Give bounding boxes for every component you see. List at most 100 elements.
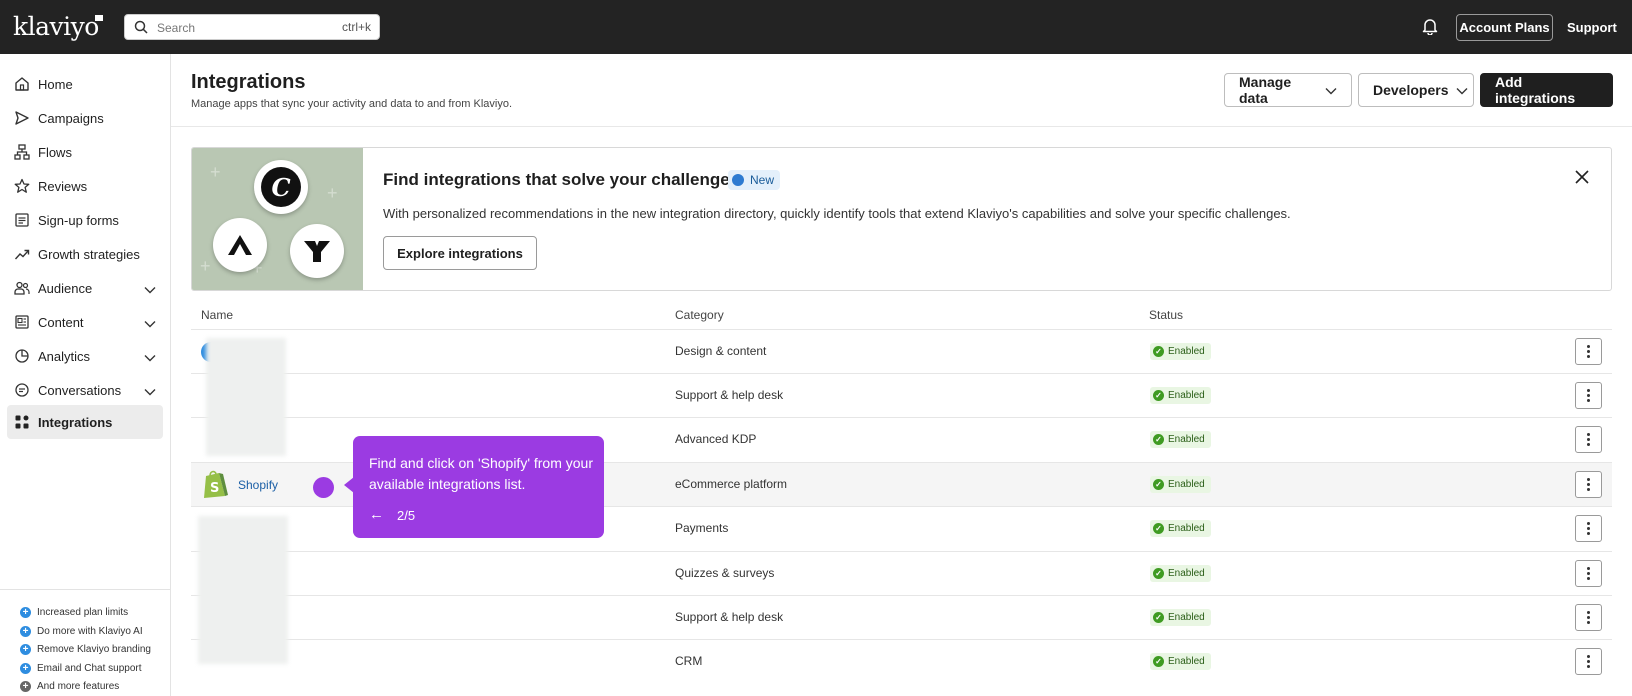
close-icon[interactable] — [1575, 170, 1589, 189]
klaviyo-logo[interactable]: klaviyo — [13, 12, 103, 41]
row-menu-button[interactable] — [1575, 604, 1602, 631]
status-label: Enabled — [1168, 390, 1205, 401]
content-icon — [14, 314, 30, 330]
plus-circle-icon: + — [20, 680, 31, 692]
status-label: Enabled — [1168, 568, 1205, 579]
sidebar-item-integrations[interactable]: Integrations — [7, 405, 163, 439]
status-label: Enabled — [1168, 346, 1205, 357]
row-menu-button[interactable] — [1575, 426, 1602, 453]
redacted-area — [206, 338, 286, 456]
sidebar-item-home[interactable]: Home — [7, 68, 163, 100]
star-icon — [14, 178, 30, 194]
form-icon — [14, 212, 30, 228]
row-menu-button[interactable] — [1575, 382, 1602, 409]
check-circle-icon: ✓ — [1153, 479, 1164, 490]
table-row[interactable]: Support & help desk ✓ Enabled — [191, 373, 1612, 417]
table-row[interactable]: Quizzes & surveys ✓ Enabled — [191, 551, 1612, 595]
row-menu-button[interactable] — [1575, 338, 1602, 365]
status-badge: ✓ Enabled — [1150, 520, 1211, 537]
sidebar-item-signup-forms[interactable]: Sign-up forms — [7, 204, 163, 236]
check-circle-icon: ✓ — [1153, 434, 1164, 445]
status-badge: ✓ Enabled — [1150, 609, 1211, 626]
row-menu-button[interactable] — [1575, 471, 1602, 498]
category-cell: Support & help desk — [675, 610, 784, 624]
sidebar-item-label: Growth strategies — [38, 246, 140, 262]
status-label: Enabled — [1168, 479, 1205, 490]
column-header-status[interactable]: Status — [1149, 308, 1183, 322]
perk-item[interactable]: + And more features — [20, 679, 119, 693]
status-badge: ✓ Enabled — [1150, 343, 1211, 360]
chevron-down-icon — [144, 384, 156, 399]
status-badge: ✓ Enabled — [1150, 476, 1211, 493]
category-cell: Quizzes & surveys — [675, 566, 775, 580]
search-placeholder: Search — [157, 21, 196, 35]
column-header-name[interactable]: Name — [201, 308, 233, 322]
banner-title: Find integrations that solve your challe… — [383, 170, 740, 189]
column-header-category[interactable]: Category — [675, 308, 724, 322]
sidebar: Home Campaigns Flows Reviews Sign-up for… — [0, 54, 171, 696]
explore-integrations-button[interactable]: Explore integrations — [383, 236, 537, 270]
perk-item[interactable]: + Remove Klaviyo branding — [20, 642, 151, 656]
status-badge: ✓ Enabled — [1150, 387, 1211, 404]
search-input[interactable]: Search ctrl+k — [124, 14, 380, 40]
status-label: Enabled — [1168, 434, 1205, 445]
plus-circle-icon: + — [20, 662, 31, 674]
search-icon — [134, 20, 148, 39]
table-row[interactable]: CRM ✓ Enabled — [191, 639, 1612, 683]
page-subtitle: Manage apps that sync your activity and … — [191, 98, 513, 110]
sidebar-item-audience[interactable]: Audience — [7, 272, 163, 304]
app-y-logo-icon — [290, 224, 344, 278]
perk-item[interactable]: + Email and Chat support — [20, 661, 142, 675]
logo-text: klaviyo — [13, 12, 99, 41]
sidebar-item-campaigns[interactable]: Campaigns — [7, 102, 163, 134]
tooltip-text: Find and click on 'Shopify' from your av… — [369, 455, 593, 492]
grid-icon — [14, 414, 30, 430]
app-a-logo-icon — [213, 218, 267, 272]
sidebar-item-growth-strategies[interactable]: Growth strategies — [7, 238, 163, 270]
chevron-down-icon — [1325, 82, 1337, 98]
check-circle-icon: ✓ — [1153, 656, 1164, 667]
logo-flag-icon — [94, 15, 103, 21]
manage-data-label: Manage data — [1239, 74, 1292, 106]
perk-item[interactable]: + Increased plan limits — [20, 605, 128, 619]
table-row[interactable]: Support & help desk ✓ Enabled — [191, 595, 1612, 639]
sidebar-item-reviews[interactable]: Reviews — [7, 170, 163, 202]
search-shortcut: ctrl+k — [341, 20, 371, 34]
banner-illustration: + + + + C — [192, 148, 363, 290]
integration-name-shopify[interactable]: S Shopify — [201, 470, 279, 499]
top-bar: klaviyo Search ctrl+k Account Plans Supp… — [0, 0, 1632, 54]
add-integrations-button[interactable]: Add integrations — [1480, 73, 1613, 107]
row-menu-button[interactable] — [1575, 560, 1602, 587]
svg-text:S: S — [210, 481, 219, 496]
chevron-down-icon — [144, 282, 156, 297]
status-badge: ✓ Enabled — [1150, 431, 1211, 448]
sidebar-item-content[interactable]: Content — [7, 306, 163, 338]
table-row[interactable]: Design & content ✓ Enabled — [191, 329, 1612, 373]
category-cell: Design & content — [675, 344, 767, 358]
status-badge: ✓ Enabled — [1150, 565, 1211, 582]
header-divider — [171, 126, 1632, 127]
chevron-down-icon — [144, 316, 156, 331]
sparkle-icon — [732, 174, 744, 186]
support-link[interactable]: Support — [1567, 20, 1617, 35]
tour-hotspot[interactable] — [313, 477, 334, 498]
notifications-bell-icon[interactable] — [1422, 17, 1438, 40]
check-circle-icon: ✓ — [1153, 612, 1164, 623]
plus-circle-icon: + — [20, 606, 31, 618]
chat-icon — [14, 382, 30, 398]
manage-data-button[interactable]: Manage data — [1224, 73, 1352, 107]
back-arrow-icon[interactable]: ← — [369, 506, 384, 523]
row-menu-button[interactable] — [1575, 648, 1602, 675]
trend-icon — [14, 246, 30, 262]
sidebar-item-label: Analytics — [38, 348, 91, 364]
account-plans-button[interactable]: Account Plans — [1456, 14, 1553, 41]
sidebar-item-flows[interactable]: Flows — [7, 136, 163, 168]
perk-item[interactable]: + Do more with Klaviyo AI — [20, 624, 143, 638]
developers-button[interactable]: Developers — [1358, 73, 1474, 107]
status-label: Enabled — [1168, 656, 1205, 667]
integration-name-label: Shopify — [238, 478, 279, 492]
sidebar-item-conversations[interactable]: Conversations — [7, 374, 163, 406]
row-menu-button[interactable] — [1575, 515, 1602, 542]
status-label: Enabled — [1168, 523, 1205, 534]
sidebar-item-analytics[interactable]: Analytics — [7, 340, 163, 372]
